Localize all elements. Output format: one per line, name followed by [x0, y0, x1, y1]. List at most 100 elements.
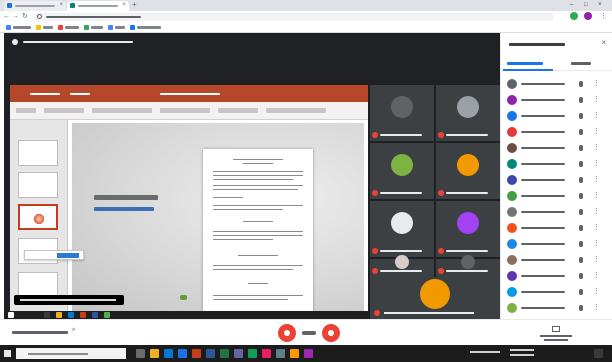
more-options-icon[interactable]: ⋮: [593, 240, 600, 248]
bookmark-3[interactable]: [91, 26, 103, 29]
bookmark-0[interactable]: [13, 26, 31, 29]
notification-icon[interactable]: [594, 349, 603, 358]
participant-tile[interactable]: [436, 255, 500, 277]
app-icon[interactable]: [304, 349, 313, 358]
app-icon[interactable]: [290, 349, 299, 358]
mic-icon[interactable]: [579, 113, 583, 119]
participant-tile[interactable]: [436, 201, 500, 257]
more-options-icon[interactable]: ⋮: [593, 112, 600, 120]
forward-icon[interactable]: →: [12, 13, 19, 21]
participant-row[interactable]: ⋮: [507, 189, 607, 203]
maximize-icon[interactable]: □: [584, 1, 588, 9]
participant-tile[interactable]: [370, 201, 434, 257]
more-options-icon[interactable]: ⋮: [593, 144, 600, 152]
more-options-icon[interactable]: ⋮: [593, 128, 600, 136]
back-icon[interactable]: ←: [3, 13, 10, 21]
participant-row[interactable]: ⋮: [507, 285, 607, 299]
participant-tile[interactable]: [370, 143, 434, 199]
browser-tab-active[interactable]: ×: [67, 1, 129, 11]
mic-icon[interactable]: [579, 273, 583, 279]
participant-row[interactable]: ⋮: [507, 237, 607, 251]
participant-row[interactable]: ⋮: [507, 125, 607, 139]
participant-row[interactable]: ⋮: [507, 205, 607, 219]
more-options-icon[interactable]: ⋮: [593, 192, 600, 200]
window-close-icon[interactable]: ×: [598, 1, 602, 9]
mic-icon[interactable]: [579, 225, 583, 231]
bookmark-2[interactable]: [65, 26, 79, 29]
more-options-icon[interactable]: ⋮: [593, 160, 600, 168]
hang-up-button[interactable]: [302, 331, 316, 335]
word-icon[interactable]: [206, 349, 215, 358]
app-icon[interactable]: [262, 349, 271, 358]
more-options-icon[interactable]: ⋮: [593, 272, 600, 280]
edge-icon[interactable]: [164, 349, 173, 358]
kebab-menu-icon[interactable]: ⋮: [600, 13, 607, 21]
more-options-icon[interactable]: ⋮: [593, 256, 600, 264]
mic-icon[interactable]: [579, 97, 583, 103]
bookmark-4[interactable]: [115, 26, 125, 29]
bookmark-1[interactable]: [43, 26, 53, 29]
more-options-icon[interactable]: ⋮: [593, 288, 600, 296]
close-icon[interactable]: ×: [122, 2, 126, 9]
more-options-icon[interactable]: ⋮: [593, 80, 600, 88]
profile-avatar-icon[interactable]: [584, 12, 592, 20]
meeting-details[interactable]: [12, 331, 68, 334]
mic-icon[interactable]: [579, 129, 583, 135]
camera-toggle-button[interactable]: [322, 324, 340, 342]
extension-icon[interactable]: [570, 12, 578, 20]
self-tile[interactable]: [370, 277, 500, 319]
powerpoint-icon[interactable]: [192, 349, 201, 358]
mic-icon[interactable]: [579, 145, 583, 151]
participant-row[interactable]: ⋮: [507, 269, 607, 283]
participant-row[interactable]: ⋮: [507, 77, 607, 91]
participant-tile[interactable]: [370, 255, 434, 277]
close-icon[interactable]: ×: [59, 2, 63, 9]
task-view-icon[interactable]: [136, 349, 145, 358]
participant-row[interactable]: ⋮: [507, 301, 607, 315]
mic-icon[interactable]: [579, 289, 583, 295]
mic-icon[interactable]: [579, 161, 583, 167]
more-options-icon[interactable]: ⋮: [593, 208, 600, 216]
participant-tile[interactable]: [436, 85, 500, 141]
mic-toggle-button[interactable]: [278, 324, 296, 342]
mic-icon[interactable]: [579, 177, 583, 183]
participant-row[interactable]: ⋮: [507, 109, 607, 123]
file-explorer-icon[interactable]: [150, 349, 159, 358]
participant-row[interactable]: ⋮: [507, 157, 607, 171]
tab-people[interactable]: [507, 62, 543, 65]
chevron-up-icon[interactable]: ^: [72, 328, 75, 336]
participant-row[interactable]: ⋮: [507, 253, 607, 267]
more-options-icon[interactable]: ⋮: [593, 304, 600, 312]
more-options-icon[interactable]: ⋮: [593, 176, 600, 184]
participant-tile[interactable]: [370, 85, 434, 141]
close-panel-icon[interactable]: ×: [601, 38, 606, 48]
taskbar-search[interactable]: [16, 348, 126, 359]
participant-row[interactable]: ⋮: [507, 93, 607, 107]
minimize-icon[interactable]: –: [570, 1, 573, 9]
reload-icon[interactable]: ↻: [22, 13, 28, 21]
windows-start-icon[interactable]: [4, 350, 11, 357]
app-icon[interactable]: [248, 349, 257, 358]
mic-icon[interactable]: [579, 241, 583, 247]
mic-icon[interactable]: [579, 305, 583, 311]
url-field[interactable]: [34, 13, 554, 21]
browser-tab[interactable]: ×: [4, 1, 66, 11]
present-now-button[interactable]: [538, 326, 574, 342]
participant-row[interactable]: ⋮: [507, 173, 607, 187]
bookmark-5[interactable]: [137, 26, 161, 29]
participant-tile[interactable]: [436, 143, 500, 199]
teams-icon[interactable]: [234, 349, 243, 358]
app-icon[interactable]: [276, 349, 285, 358]
excel-icon[interactable]: [220, 349, 229, 358]
more-options-icon[interactable]: ⋮: [593, 96, 600, 104]
new-tab-icon[interactable]: +: [132, 0, 137, 10]
mic-icon[interactable]: [579, 193, 583, 199]
chrome-icon[interactable]: [178, 349, 187, 358]
mic-icon[interactable]: [579, 81, 583, 87]
participant-row[interactable]: ⋮: [507, 221, 607, 235]
tab-chat[interactable]: [571, 62, 591, 65]
mic-icon[interactable]: [579, 209, 583, 215]
more-options-icon[interactable]: ⋮: [593, 224, 600, 232]
participant-row[interactable]: ⋮: [507, 141, 607, 155]
mic-icon[interactable]: [579, 257, 583, 263]
